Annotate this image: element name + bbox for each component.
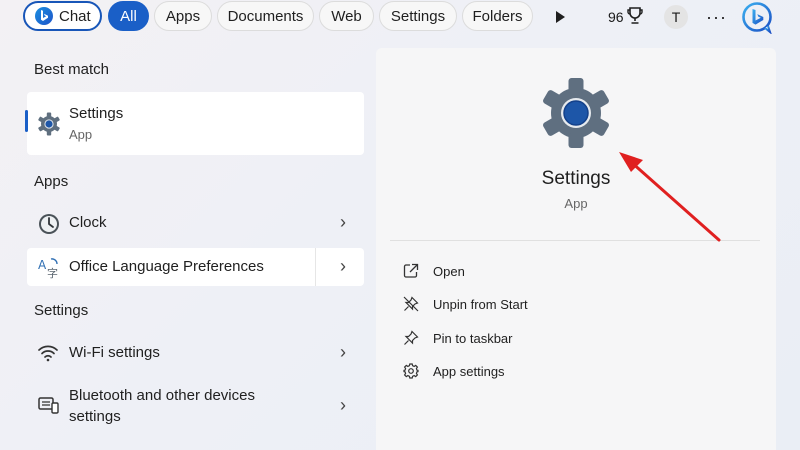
selection-indicator [25,110,28,132]
chat-pill[interactable]: Chat [23,1,102,31]
app-settings-label: App settings [433,363,505,379]
chevron-right-icon[interactable]: › [340,212,346,233]
svg-text:字: 字 [47,266,58,280]
pin-to-taskbar-label: Pin to taskbar [433,330,513,346]
chat-label: Chat [59,7,91,25]
bing-logo-icon[interactable] [741,2,773,39]
detail-subtitle: App [564,196,588,211]
filter-apps[interactable]: Apps [154,1,212,31]
detail-pane: Settings App Open Unpin from Start Pin t… [376,48,776,450]
svg-text:A: A [38,258,47,272]
filter-folders[interactable]: Folders [462,1,533,31]
apps-heading: Apps [34,173,69,190]
best-match-title: Settings [69,105,124,122]
filter-all-label: All [120,7,137,25]
language-icon: A 字 [37,256,61,285]
filter-settings[interactable]: Settings [379,1,457,31]
open-external-icon [402,262,420,280]
unpin-from-start-label: Unpin from Start [433,296,528,312]
settings-heading: Settings [34,302,89,319]
app-result-label: Office Language Preferences [69,258,264,275]
filter-settings-label: Settings [390,7,446,25]
settings-gear-icon [539,76,613,155]
filter-documents[interactable]: Documents [217,1,314,31]
bing-chat-icon [35,7,53,25]
filter-apps-label: Apps [165,7,201,25]
settings-result-label-line2: settings [69,408,121,425]
detail-title: Settings [541,168,611,189]
app-result-label: Clock [69,214,107,231]
gear-icon [402,362,420,380]
open-label: Open [433,263,465,279]
settings-result-label: Wi-Fi settings [69,344,160,361]
best-match-settings-result[interactable]: Settings App [25,92,364,155]
user-avatar[interactable]: T [664,5,688,29]
clock-icon [37,212,61,241]
more-filters-play-icon[interactable] [556,11,565,23]
rewards-trophy-icon[interactable] [627,6,643,31]
chevron-right-icon[interactable]: › [340,342,346,363]
bluetooth-devices-icon [37,395,59,420]
pin-icon [402,329,420,347]
filter-documents-label: Documents [227,7,304,25]
best-match-subtitle: App [69,127,93,142]
divider [390,240,760,241]
rewards-points: 96 [608,9,624,25]
wifi-icon [37,343,59,368]
settings-gear-icon [37,112,61,141]
unpin-from-start-action[interactable]: Unpin from Start [402,293,528,315]
filter-web-label: Web [331,7,362,25]
filter-web[interactable]: Web [319,1,374,31]
filter-folders-label: Folders [472,7,523,25]
pin-to-taskbar-action[interactable]: Pin to taskbar [402,327,513,349]
filter-all[interactable]: All [108,1,149,31]
chevron-right-icon: › [340,256,346,276]
settings-result-bluetooth[interactable]: Bluetooth and other devices settings › [27,380,364,430]
app-result-office-language-preferences[interactable]: A 字 Office Language Preferences › [27,248,364,286]
app-result-clock[interactable]: Clock › [27,204,364,242]
open-action[interactable]: Open [402,260,465,282]
chevron-right-icon[interactable]: › [340,395,346,416]
search-filter-bar: Chat All Apps Documents Web Settings Fol… [0,0,800,35]
avatar-initial: T [671,9,681,25]
unpin-icon [402,295,420,313]
expand-button[interactable]: › [315,248,364,286]
settings-result-wifi[interactable]: Wi-Fi settings › [27,334,364,372]
more-options-button[interactable]: ··· [706,7,727,28]
app-settings-action[interactable]: App settings [402,360,505,382]
best-match-heading: Best match [34,61,110,78]
settings-result-label-line1: Bluetooth and other devices [69,387,255,404]
